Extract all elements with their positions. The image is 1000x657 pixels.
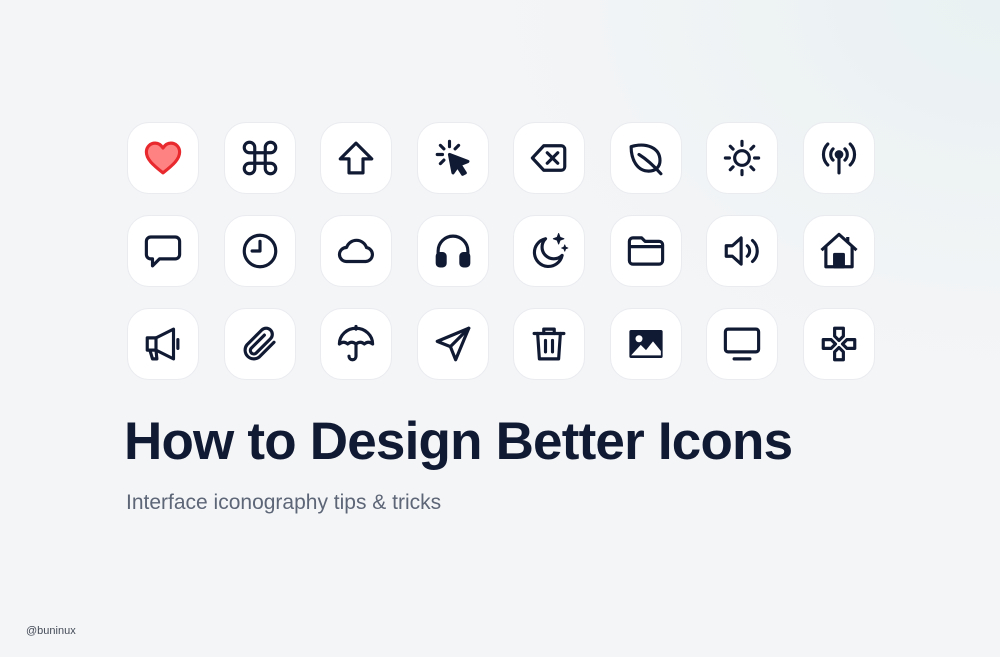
icon-tile bbox=[802, 215, 875, 287]
home-icon bbox=[819, 232, 858, 269]
icon-tile bbox=[609, 215, 682, 287]
send-icon bbox=[435, 326, 470, 362]
icon-tile bbox=[513, 122, 585, 194]
trash-icon bbox=[532, 327, 566, 361]
icon-tile bbox=[706, 122, 778, 194]
icon-tile bbox=[127, 122, 199, 194]
headphones-icon bbox=[435, 234, 470, 268]
gamepad-icon bbox=[821, 326, 856, 362]
icon-grid bbox=[127, 122, 875, 380]
icon-tile bbox=[513, 308, 585, 380]
icon-tile bbox=[706, 308, 778, 380]
leaf-icon bbox=[629, 143, 662, 176]
icon-tile bbox=[223, 122, 296, 194]
icon-tile bbox=[513, 215, 585, 287]
image-icon bbox=[628, 330, 663, 358]
icon-tile bbox=[320, 308, 392, 380]
icon-tile bbox=[416, 215, 489, 287]
page-subtitle: Interface iconography tips & tricks bbox=[126, 491, 442, 514]
antenna-icon bbox=[821, 142, 856, 175]
icon-tile bbox=[223, 215, 296, 287]
icon-tile bbox=[127, 308, 199, 380]
page-title: How to Design Better Icons bbox=[124, 412, 793, 471]
icon-tile bbox=[802, 122, 875, 194]
icon-tile bbox=[127, 215, 199, 287]
paperclip-icon bbox=[243, 326, 276, 361]
moon-stars-icon bbox=[532, 232, 569, 268]
icon-tile bbox=[416, 308, 489, 380]
arrow-up-icon bbox=[338, 141, 374, 175]
sun-icon bbox=[723, 139, 761, 177]
icon-tile bbox=[609, 122, 682, 194]
heart-icon bbox=[144, 141, 182, 175]
folder-icon bbox=[627, 236, 664, 266]
megaphone-icon bbox=[145, 327, 180, 361]
icon-tile bbox=[320, 215, 392, 287]
icon-tile bbox=[320, 122, 392, 194]
icon-tile bbox=[223, 308, 296, 380]
umbrella-icon bbox=[337, 324, 375, 362]
clock-icon bbox=[242, 233, 277, 269]
icon-tile bbox=[802, 308, 875, 380]
cursor-click-icon bbox=[435, 139, 469, 176]
icon-tile bbox=[609, 308, 682, 380]
author-credit: @buninux bbox=[26, 625, 76, 637]
icon-tile bbox=[706, 215, 778, 287]
cloud-icon bbox=[337, 238, 374, 264]
command-icon bbox=[242, 140, 277, 176]
backspace-icon bbox=[530, 144, 567, 172]
speaker-volume-icon bbox=[724, 236, 759, 266]
icon-tile bbox=[416, 122, 489, 194]
monitor-icon bbox=[723, 327, 761, 361]
chat-bubble-icon bbox=[144, 235, 182, 268]
